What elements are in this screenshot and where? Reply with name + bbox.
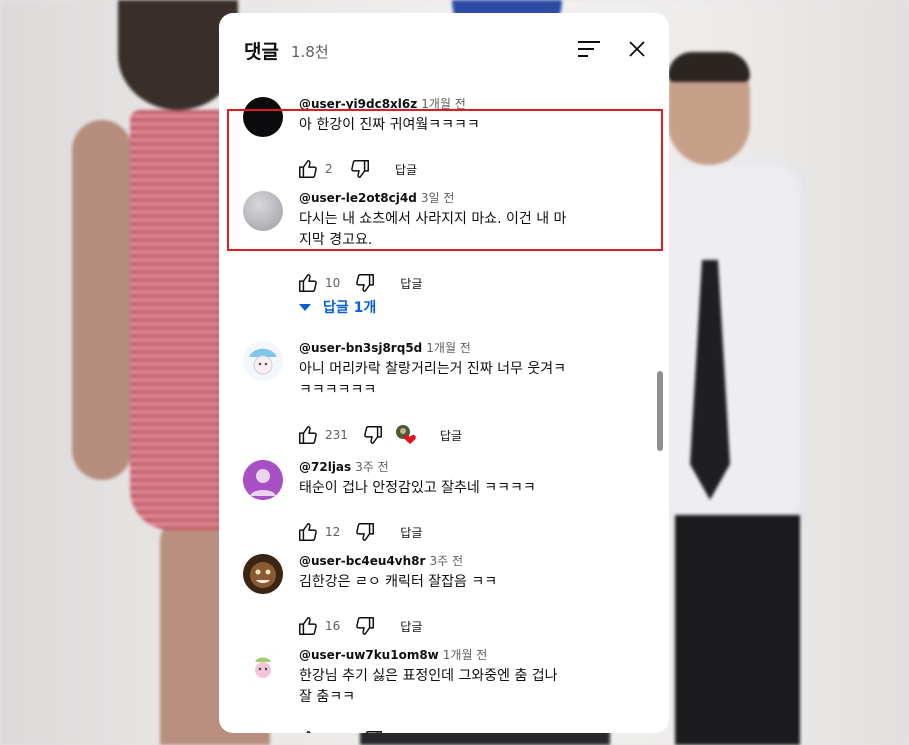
avatar[interactable] — [243, 341, 283, 381]
thumbs-down-icon[interactable] — [362, 424, 384, 446]
comment-line: 잘 춤ㅋㅋ — [299, 689, 355, 705]
comment-line: 한강님 추기 싫은 표정인데 그와중엔 춤 겁나 — [299, 668, 558, 684]
avatar-art-icon — [243, 648, 283, 688]
replies-count: 답글 1개 — [323, 300, 377, 316]
reply-button[interactable]: 답글 — [400, 275, 422, 292]
comment-time[interactable]: 1개월 전 — [426, 341, 471, 355]
thumbs-up-icon[interactable] — [297, 424, 319, 446]
comment-line: 김한강은 ㄹㅇ 캐릭터 잘잡음 ㅋㅋ — [299, 574, 498, 590]
like-count: 10 — [325, 276, 341, 290]
comment-meta: @user-bc4eu4vh8r 3주 전 — [299, 552, 463, 569]
comment-item: @user-bc4eu4vh8r 3주 전 김한강은 ㄹㅇ 캐릭터 잘잡음 ㅋㅋ … — [219, 552, 649, 635]
comment-actions: 248 답글 — [297, 728, 430, 733]
avatar[interactable] — [243, 648, 283, 688]
dancer-arm — [72, 120, 132, 480]
man-hair — [668, 52, 750, 82]
thumbs-up-icon[interactable] — [297, 615, 319, 637]
scrollbar-thumb[interactable] — [657, 371, 663, 451]
comment-text: 한강님 추기 싫은 표정인데 그와중엔 춤 겁나 잘 춤ㅋㅋ — [299, 666, 599, 708]
like-count: 231 — [325, 428, 348, 442]
thumbs-up-icon[interactable] — [297, 521, 319, 543]
comment-actions: 12 답글 — [297, 520, 422, 544]
comment-text: 아니 머리카락 찰랑거리는거 진짜 너무 웃겨ㅋ ㅋㅋㅋㅋㅋㅋ — [299, 359, 599, 401]
thumbs-down-icon[interactable] — [354, 521, 376, 543]
comments-count: 1.8천 — [291, 43, 329, 61]
avatar[interactable] — [243, 554, 283, 594]
comment-item: @user-uw7ku1om8w 1개월 전 한강님 추기 싫은 표정인데 그와중… — [219, 646, 649, 733]
comment-line: ㅋㅋㅋㅋㅋㅋ — [299, 382, 377, 398]
comment-actions: 16 답글 — [297, 614, 422, 638]
reply-button[interactable]: 답글 — [440, 427, 462, 444]
thumbs-up-icon[interactable] — [297, 272, 319, 294]
reply-button[interactable]: 답글 — [400, 618, 422, 635]
man-shirt — [668, 160, 808, 520]
comment-time[interactable]: 1개월 전 — [443, 648, 488, 662]
comment-item: @72ljas 3주 전 태순이 겁나 안정감있고 잘추네 ㅋㅋㅋㅋ 12 답글 — [219, 458, 649, 541]
comment-actions: 231 답글 — [297, 423, 462, 447]
thumbs-down-icon[interactable] — [354, 615, 376, 637]
caret-down-icon — [299, 303, 311, 311]
man-pants — [675, 515, 800, 745]
comments-header: 댓글 1.8천 — [219, 13, 669, 83]
close-icon[interactable] — [625, 37, 649, 61]
reply-button[interactable]: 답글 — [400, 524, 422, 541]
like-count: 16 — [325, 619, 341, 633]
comments-panel: 댓글 1.8천 @user-yi9dc8xl6z 1개월 전 아 한강이 진짜 귀… — [219, 13, 669, 733]
comment-meta: @72ljas 3주 전 — [299, 458, 389, 475]
comment-text: 태순이 겁나 안정감있고 잘추네 ㅋㅋㅋㅋ — [299, 478, 599, 499]
sort-icon[interactable] — [577, 39, 603, 59]
default-avatar-icon — [243, 460, 283, 500]
comment-time[interactable]: 3주 전 — [429, 554, 463, 568]
comment-author[interactable]: @user-bc4eu4vh8r — [299, 554, 425, 568]
like-count: 12 — [325, 525, 341, 539]
view-replies-button[interactable]: 답글 1개 — [299, 297, 376, 317]
comment-line: 아니 머리카락 찰랑거리는거 진짜 너무 웃겨ㅋ — [299, 361, 566, 377]
creator-heart-icon — [394, 424, 418, 446]
reply-button[interactable]: 답글 — [408, 732, 430, 734]
comment-time[interactable]: 3주 전 — [355, 460, 389, 474]
thumbs-down-icon[interactable] — [354, 272, 376, 294]
comments-title: 댓글 — [244, 41, 279, 63]
comment-author[interactable]: @user-uw7ku1om8w — [299, 648, 439, 662]
comment-meta: @user-uw7ku1om8w 1개월 전 — [299, 646, 487, 663]
comment-author[interactable]: @user-bn3sj8rq5d — [299, 341, 422, 355]
avatar[interactable] — [243, 460, 283, 500]
comment-text: 김한강은 ㄹㅇ 캐릭터 잘잡음 ㅋㅋ — [299, 572, 599, 593]
thumbs-down-icon[interactable] — [362, 729, 384, 733]
avatar-art-icon — [243, 554, 283, 594]
comment-meta: @user-bn3sj8rq5d 1개월 전 — [299, 339, 471, 356]
avatar-art-icon — [243, 341, 283, 381]
comment-actions: 10 답글 — [297, 271, 422, 295]
highlight-box — [227, 109, 663, 251]
comment-item: @user-bn3sj8rq5d 1개월 전 아니 머리카락 찰랑거리는거 진짜 … — [219, 339, 649, 444]
thumbs-up-icon[interactable] — [297, 729, 319, 733]
comment-author[interactable]: @72ljas — [299, 460, 351, 474]
comment-line: 태순이 겁나 안정감있고 잘추네 ㅋㅋㅋㅋ — [299, 480, 536, 496]
